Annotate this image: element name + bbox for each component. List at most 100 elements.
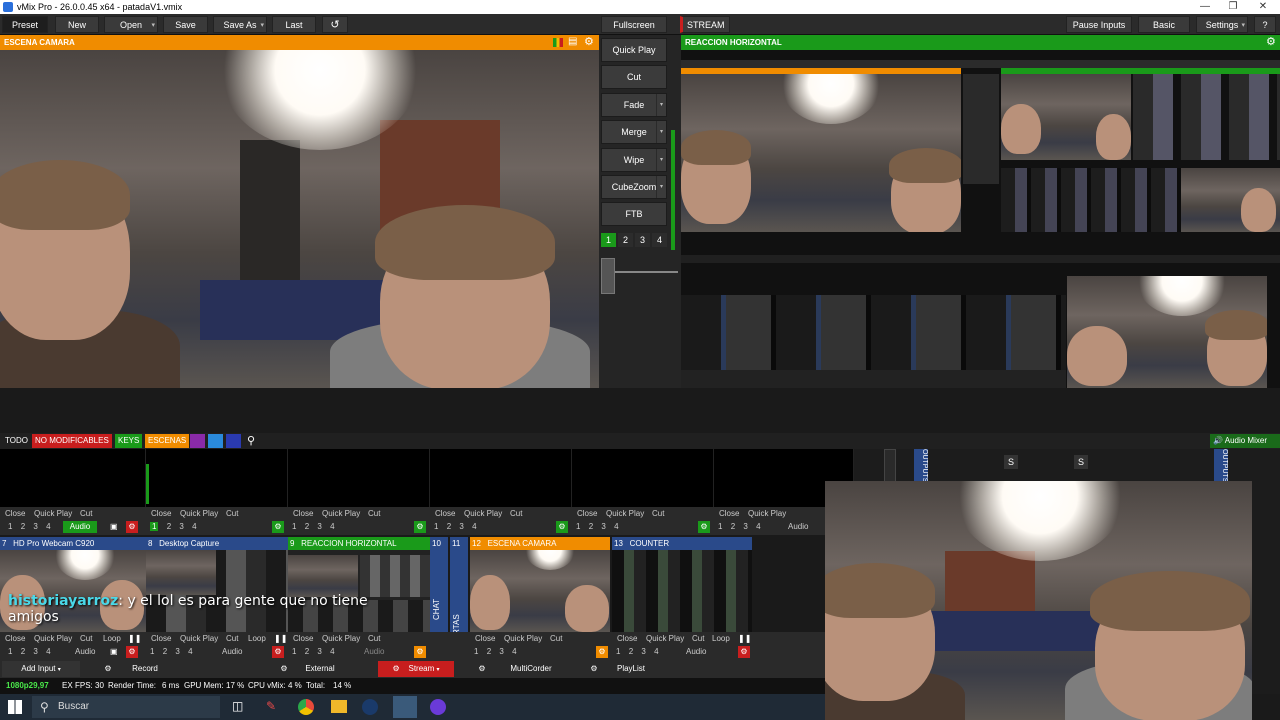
quick-play-control[interactable]: Quick Play bbox=[322, 508, 360, 520]
folder-icon[interactable] bbox=[331, 700, 347, 713]
gear-icon[interactable]: ⚙ bbox=[272, 521, 284, 533]
audio-control[interactable]: Audio bbox=[788, 521, 808, 533]
chevron-down-icon[interactable]: ▾ bbox=[656, 94, 666, 116]
input-12-thumbnail[interactable] bbox=[470, 550, 610, 632]
quick-play-control[interactable]: Quick Play bbox=[464, 508, 502, 520]
stream-button[interactable]: ⚙ Stream ▾ bbox=[378, 661, 454, 677]
audio-control[interactable]: Audio bbox=[686, 646, 706, 658]
chevron-down-icon[interactable]: ▾ bbox=[656, 149, 666, 171]
output-video[interactable] bbox=[681, 50, 1280, 388]
cut-control[interactable]: Cut bbox=[692, 633, 704, 645]
overlay-numbers[interactable]: 1 2 3 4 bbox=[576, 521, 619, 533]
close-control[interactable]: Close bbox=[151, 508, 171, 520]
fade-button[interactable]: Fade ▾ bbox=[601, 93, 667, 117]
settings-button[interactable]: Settings ▾ bbox=[1196, 16, 1248, 33]
gear-icon[interactable]: ⚙ bbox=[1266, 35, 1276, 48]
chevron-down-icon[interactable]: ▾ bbox=[656, 176, 666, 198]
tab-escenas[interactable]: ESCENAS bbox=[145, 434, 190, 448]
quick-play-control[interactable]: Quick Play bbox=[34, 508, 72, 520]
save-as-button[interactable]: Save As ▾ bbox=[213, 16, 267, 33]
chevron-down-icon[interactable]: ▾ bbox=[656, 121, 666, 143]
gear-icon[interactable]: ⚙ bbox=[474, 661, 490, 677]
monitor-icon[interactable]: ▣ bbox=[110, 521, 118, 533]
task-view-icon[interactable]: ◫ bbox=[232, 699, 243, 713]
colour-tag-icon[interactable] bbox=[553, 38, 563, 47]
audio-button[interactable]: Audio bbox=[63, 521, 97, 533]
quick-play-control[interactable]: Quick Play bbox=[504, 633, 542, 645]
taskbar-search[interactable]: ⚲ Buscar bbox=[32, 696, 220, 718]
wipe-button[interactable]: Wipe ▾ bbox=[601, 148, 667, 172]
chrome-icon[interactable] bbox=[298, 699, 314, 715]
input-7-bar[interactable]: 7 HD Pro Webcam C920 bbox=[0, 537, 146, 550]
preset-button[interactable]: Preset bbox=[2, 16, 48, 33]
overlay-numbers[interactable]: 1 2 3 4 bbox=[150, 646, 193, 658]
overlay-numbers[interactable]: 1 2 3 4 bbox=[292, 646, 335, 658]
input-slot-5[interactable] bbox=[572, 449, 714, 507]
pause-icon[interactable]: ❚❚ bbox=[274, 633, 287, 645]
quick-play-control[interactable]: Quick Play bbox=[748, 508, 786, 520]
gear-icon[interactable]: ⚙ bbox=[738, 646, 750, 658]
overlay-numbers[interactable]: 1 2 3 4 bbox=[150, 521, 197, 533]
cut-button[interactable]: Cut bbox=[601, 65, 667, 89]
add-input-button[interactable]: Add Input ▾ bbox=[2, 661, 80, 677]
steam-icon[interactable] bbox=[362, 699, 378, 715]
quick-play-button[interactable]: Quick Play bbox=[601, 38, 667, 62]
loop-control[interactable]: Loop bbox=[248, 633, 266, 645]
gear-icon[interactable]: ⚙ bbox=[556, 521, 568, 533]
close-control[interactable]: Close bbox=[5, 633, 25, 645]
undo-button[interactable]: ↺ bbox=[322, 16, 348, 33]
vmix-taskbar-icon[interactable] bbox=[393, 696, 417, 718]
quick-play-control[interactable]: Quick Play bbox=[180, 633, 218, 645]
maximize-icon[interactable]: ❐ bbox=[1218, 0, 1248, 14]
cut-control[interactable]: Cut bbox=[652, 508, 664, 520]
overlay-numbers[interactable]: 1 2 3 4 bbox=[292, 521, 335, 533]
new-button[interactable]: New bbox=[55, 16, 99, 33]
minimize-icon[interactable]: — bbox=[1190, 0, 1220, 14]
overlay-numbers[interactable]: 1 2 3 4 bbox=[718, 521, 761, 533]
pause-icon[interactable]: ❚❚ bbox=[738, 633, 751, 645]
cut-control[interactable]: Cut bbox=[80, 633, 92, 645]
input-13-bar[interactable]: 13 COUNTER bbox=[612, 537, 752, 550]
close-control[interactable]: Close bbox=[617, 633, 637, 645]
close-control[interactable]: Close bbox=[151, 633, 171, 645]
overlay-numbers[interactable]: 1 2 3 4 bbox=[616, 646, 659, 658]
open-button[interactable]: Open ▾ bbox=[104, 16, 158, 33]
overlay-numbers[interactable]: 1 2 3 4 bbox=[8, 521, 51, 533]
input-9-bar[interactable]: 9 REACCION HORIZONTAL bbox=[288, 537, 430, 550]
pause-icon[interactable]: ❚❚ bbox=[128, 633, 141, 645]
gear-icon[interactable]: ⚙ bbox=[272, 646, 284, 658]
gear-icon[interactable]: ⚙ bbox=[586, 661, 602, 677]
gear-icon[interactable]: ⚙ bbox=[584, 35, 594, 48]
record-button[interactable]: Record bbox=[120, 661, 170, 677]
gear-icon[interactable]: ⚙ bbox=[126, 646, 138, 658]
stream2-indicator[interactable]: STREAM 2 bbox=[680, 16, 730, 47]
cut-control[interactable]: Cut bbox=[226, 508, 238, 520]
solo-button[interactable]: S bbox=[1074, 455, 1088, 469]
search-icon[interactable]: ⚲ bbox=[244, 434, 258, 448]
quick-play-control[interactable]: Quick Play bbox=[322, 633, 360, 645]
multicorder-button[interactable]: MultiCorder bbox=[495, 661, 567, 677]
audio-control[interactable]: Audio bbox=[222, 646, 242, 658]
gear-icon[interactable]: ⚙ bbox=[126, 521, 138, 533]
input-13-thumbnail[interactable] bbox=[612, 550, 752, 632]
input-slot-4[interactable] bbox=[430, 449, 572, 507]
cut-control[interactable]: Cut bbox=[550, 633, 562, 645]
quick-play-control[interactable]: Quick Play bbox=[606, 508, 644, 520]
audio-control[interactable]: Audio bbox=[364, 646, 384, 658]
gear-icon[interactable]: ⚙ bbox=[414, 646, 426, 658]
input-10-bar[interactable]: 10 bbox=[430, 537, 448, 550]
tab-blue[interactable] bbox=[208, 434, 223, 448]
loop-control[interactable]: Loop bbox=[103, 633, 121, 645]
overlay-numbers[interactable]: 1 2 3 4 bbox=[474, 646, 517, 658]
gear-icon[interactable]: ⚙ bbox=[276, 661, 292, 677]
merge-button[interactable]: Merge ▾ bbox=[601, 120, 667, 144]
pause-inputs-button[interactable]: Pause Inputs bbox=[1066, 16, 1132, 33]
cut-control[interactable]: Cut bbox=[80, 508, 92, 520]
input-slot-2[interactable] bbox=[146, 449, 288, 507]
transition-4-button[interactable]: 4 bbox=[652, 233, 667, 247]
gear-icon[interactable]: ⚙ bbox=[414, 521, 426, 533]
input-8-bar[interactable]: 8 Desktop Capture bbox=[146, 537, 288, 550]
app-pen-icon[interactable]: ✎ bbox=[266, 699, 276, 713]
close-control[interactable]: Close bbox=[293, 508, 313, 520]
ftb-button[interactable]: FTB bbox=[601, 202, 667, 226]
